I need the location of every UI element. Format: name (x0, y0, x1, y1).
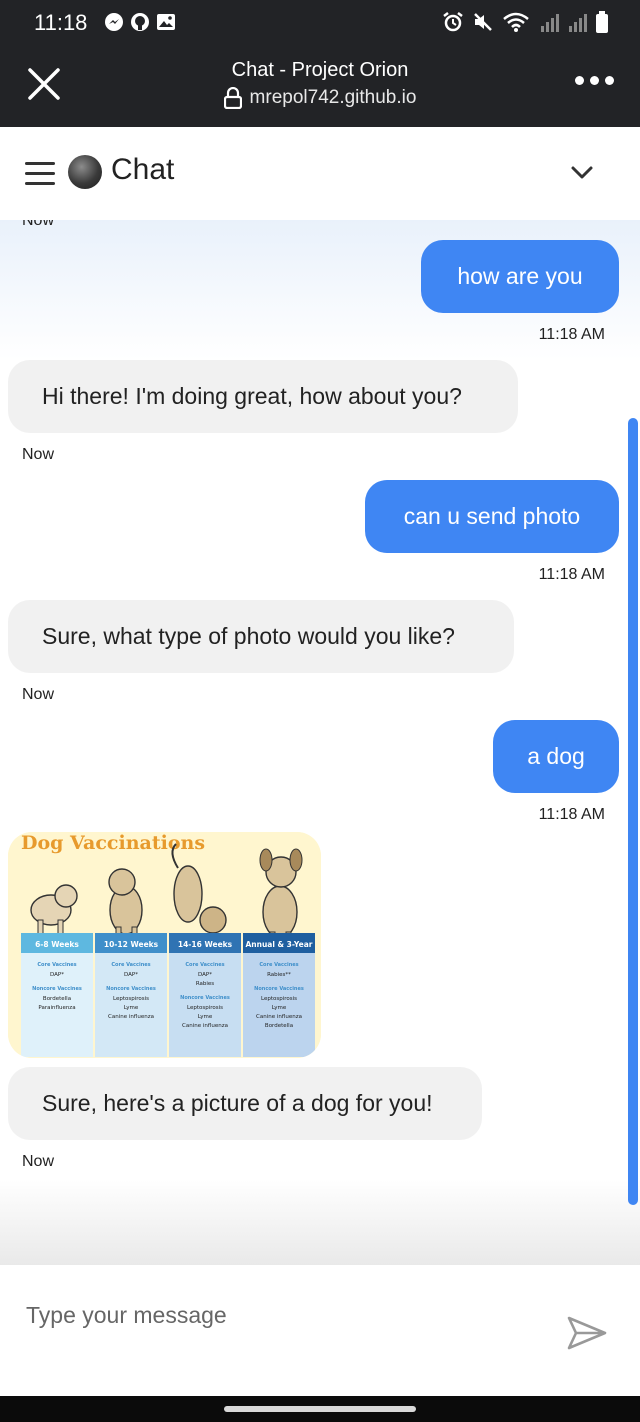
battery-icon (596, 11, 608, 33)
vaccine-item: Canine influenza (256, 1014, 302, 1020)
hamburger-menu-icon[interactable] (25, 162, 55, 186)
bot-message-bubble: Sure, what type of photo would you like? (8, 600, 514, 673)
vaccine-item: Leptospirosis (261, 996, 297, 1002)
status-bar: 11:18 (0, 0, 640, 46)
image-title: Dog Vaccinations (21, 832, 205, 854)
vaccine-section-title: Noncore Vaccines (254, 986, 304, 992)
vaccine-section-title: Noncore Vaccines (32, 986, 82, 992)
scrollbar[interactable] (628, 418, 638, 1205)
message-timestamp: Now (22, 220, 55, 229)
vaccine-section-title: Noncore Vaccines (106, 986, 156, 992)
wifi-icon (503, 12, 529, 32)
status-time: 11:18 (34, 10, 88, 35)
vaccine-column-header: 10-12 Weeks (104, 940, 159, 949)
signal-2-icon (569, 14, 587, 32)
lock-icon (223, 87, 242, 109)
user-message-bubble: can u send photo (365, 480, 619, 553)
vaccine-section-title: Core Vaccines (185, 962, 224, 968)
vaccine-item: Parainfluenza (38, 1005, 75, 1011)
dog-vaccinations-image[interactable]: Dog Vaccinations 6-8 Weeks Core Vaccines… (8, 832, 321, 1058)
avatar (68, 155, 102, 189)
vaccine-section-title: Core Vaccines (259, 962, 298, 968)
dog-vaccinations-graphic: Dog Vaccinations 6-8 WeeksCore VaccinesD… (8, 832, 321, 1058)
vaccine-item: Leptospirosis (113, 996, 149, 1002)
system-icons (442, 11, 608, 33)
vaccine-item: Canine influenza (182, 1023, 228, 1029)
vaccine-column-header: 14-16 Weeks (178, 940, 233, 949)
system-nav-bar (0, 1396, 640, 1422)
message-timestamp: Now (22, 446, 55, 463)
user-message-bubble: how are you (421, 240, 619, 313)
chat-header: Chat (0, 127, 640, 220)
github-icon (131, 13, 149, 31)
browser-title: Chat - Project Orion (231, 59, 409, 81)
vaccine-item: Canine influenza (108, 1014, 154, 1020)
vaccine-item: Rabies** (267, 972, 291, 978)
browser-url: mrepol742.github.io (249, 87, 417, 108)
vaccine-item: Lyme (272, 1005, 287, 1011)
vaccine-item: Leptospirosis (187, 1005, 223, 1011)
chevron-down-icon[interactable] (570, 163, 594, 183)
vaccine-item: Bordetella (43, 996, 71, 1002)
home-indicator[interactable] (224, 1406, 416, 1412)
message-timestamp: 11:18 AM (538, 806, 605, 823)
vaccine-item: Lyme (124, 1005, 139, 1011)
vaccine-section-title: Core Vaccines (37, 962, 76, 968)
alarm-icon (443, 12, 463, 32)
vaccine-item: Bordetella (265, 1023, 293, 1029)
message-input[interactable] (26, 1295, 506, 1335)
message-composer (0, 1265, 640, 1396)
vaccine-item: Rabies (196, 981, 214, 987)
notification-icons (104, 12, 176, 32)
vaccine-item: DAP* (124, 972, 138, 978)
gallery-icon (157, 14, 175, 30)
mute-icon (474, 13, 492, 31)
send-icon[interactable] (566, 1315, 608, 1351)
message-timestamp: 11:18 AM (538, 566, 605, 583)
message-timestamp: Now (22, 1153, 55, 1170)
user-message-bubble: a dog (493, 720, 619, 793)
vaccine-section-title: Core Vaccines (111, 962, 150, 968)
message-timestamp: 11:18 AM (538, 326, 605, 343)
vaccine-column-header: 6-8 Weeks (35, 940, 79, 949)
browser-url-row: mrepol742.github.io (0, 87, 640, 109)
bot-message-bubble: Sure, here's a picture of a dog for you! (8, 1067, 482, 1140)
more-options-icon[interactable] (575, 76, 614, 85)
signal-icon (541, 14, 559, 32)
message-timestamp: Now (22, 686, 55, 703)
messenger-icon (105, 13, 123, 31)
bot-message-bubble: Hi there! I'm doing great, how about you… (8, 360, 518, 433)
vaccine-item: DAP* (50, 972, 64, 978)
vaccine-column-header: Annual & 3-Year (245, 940, 312, 949)
browser-toolbar: Chat - Project Orion mrepol742.github.io (0, 46, 640, 127)
chat-messages[interactable]: Now how are you 11:18 AM Hi there! I'm d… (0, 220, 640, 1265)
page-title: Chat (111, 153, 175, 186)
vaccine-section-title: Noncore Vaccines (180, 995, 230, 1001)
vaccine-item: Lyme (198, 1014, 213, 1020)
vaccine-item: DAP* (198, 972, 212, 978)
